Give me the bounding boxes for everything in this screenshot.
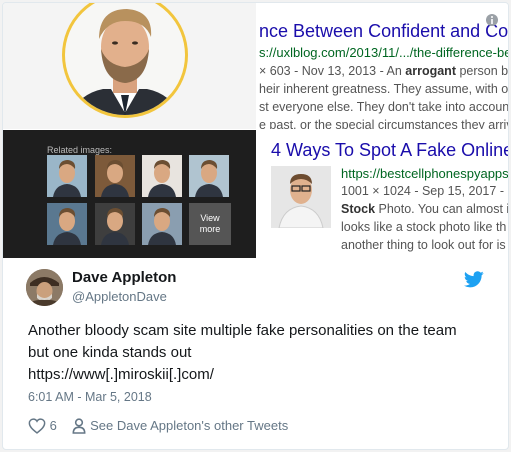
tweet-actions: 6 See Dave Appleton's other Tweets <box>28 417 288 434</box>
info-icon <box>486 14 498 26</box>
result-title[interactable]: 4 Ways To Spot A Fake Online <box>271 140 508 161</box>
view-more-button[interactable]: View more <box>189 203 231 245</box>
result-snippet-line: heir inherent greatness. They assume, wi… <box>259 82 508 96</box>
author-handle[interactable]: @AppletonDave <box>72 289 167 304</box>
search-result-arrogant: nce Between Confident and Cocky s://uxlb… <box>257 3 508 129</box>
avatar-photo <box>26 269 63 306</box>
result-meta: 1001 × 1024 - Sep 15, 2017 - C <box>341 184 508 198</box>
thumb-1 <box>47 155 87 197</box>
tweet-text: Another bloody scam site multiple fake p… <box>28 320 498 386</box>
thumb-3 <box>142 155 182 197</box>
tweet-timestamp[interactable]: 6:01 AM - Mar 5, 2018 <box>28 390 152 404</box>
thumb-2 <box>95 155 135 197</box>
result-snippet-line: st everyone else. They don't take into a… <box>259 100 508 114</box>
like-count: 6 <box>49 418 57 434</box>
other-tweets-link[interactable]: See Dave Appleton's other Tweets <box>72 417 289 434</box>
heart-icon <box>28 418 46 434</box>
author-name[interactable]: Dave Appleton <box>72 269 176 286</box>
stock-photo-thumbnail <box>271 166 331 228</box>
other-tweets-label: See Dave Appleton's other Tweets <box>90 418 289 434</box>
result-title[interactable]: nce Between Confident and Cocky <box>259 21 508 42</box>
like-button[interactable]: 6 <box>28 417 60 434</box>
thumb-4 <box>189 155 229 197</box>
result-snippet-line: Stock Photo. You can almost i <box>341 202 508 216</box>
thumb-5 <box>47 203 87 245</box>
tweet-link[interactable]: https://www[.]miroskii[.]com/ <box>28 364 498 386</box>
person-icon <box>73 418 86 434</box>
thumb-7 <box>142 203 182 245</box>
result-snippet-line: another thing to look out for is <box>341 238 506 252</box>
thumb-6 <box>95 203 135 245</box>
tweet-text-line: but one kinda stands out <box>28 344 192 361</box>
portrait-photo <box>62 3 188 118</box>
result-snippet-line: e past, or the special circumstances the… <box>259 118 508 129</box>
result-url[interactable]: https://bestcellphonespyapps <box>341 166 508 181</box>
twitter-bird-icon[interactable] <box>464 271 484 288</box>
result-snippet-line: looks like a stock photo like th <box>341 220 507 234</box>
portrait-panel <box>3 3 256 129</box>
search-result-fake-online: 4 Ways To Spot A Fake Online https://bes… <box>257 130 508 258</box>
media-divider <box>256 3 257 258</box>
tweet-text-line: Another bloody scam site multiple fake p… <box>28 322 457 339</box>
result-meta: × 603 - Nov 13, 2013 - An arrogant perso… <box>259 64 508 78</box>
result-url[interactable]: s://uxlblog.com/2013/11/.../the-differen… <box>259 45 508 60</box>
tweet-media-image[interactable]: nce Between Confident and Cocky s://uxlb… <box>3 3 508 258</box>
avatar[interactable] <box>26 269 63 306</box>
